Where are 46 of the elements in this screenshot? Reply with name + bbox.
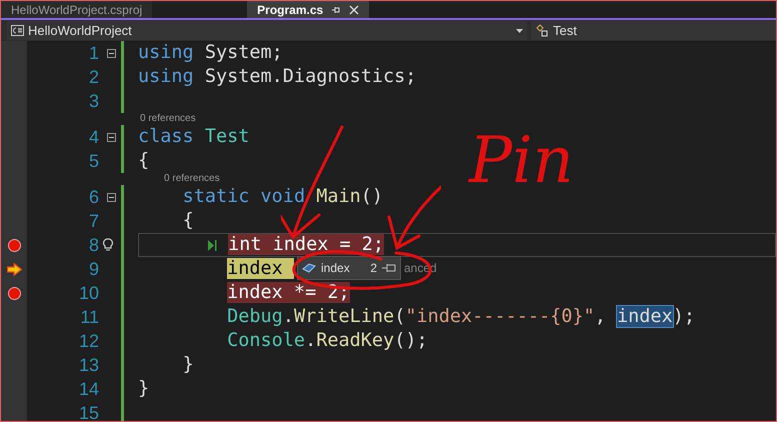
variable-icon <box>302 262 316 274</box>
project-dropdown[interactable]: HelloWorldProject <box>7 21 527 40</box>
pin-icon[interactable] <box>331 4 342 14</box>
code-line: using System.Diagnostics; <box>138 65 416 89</box>
line-number: 13 <box>78 354 99 377</box>
line-number: 15 <box>78 402 99 421</box>
codelens-references[interactable]: 0 references <box>138 173 220 185</box>
collapse-icon[interactable] <box>107 193 116 202</box>
line-number: 6 <box>88 186 99 209</box>
codelens-references[interactable]: 0 references <box>138 113 196 125</box>
member-dropdown[interactable]: Test <box>531 21 776 40</box>
line-number: 1 <box>88 42 99 65</box>
run-to-click-icon[interactable] <box>208 240 218 251</box>
pin-icon[interactable] <box>382 263 396 273</box>
close-icon[interactable] <box>349 4 360 14</box>
line-number: 9 <box>88 258 99 281</box>
csharp-file-icon <box>11 25 24 36</box>
code-line: class Test <box>138 125 250 149</box>
code-line: Console.ReadKey(); <box>226 329 428 353</box>
annotation-text: Pin <box>469 123 574 200</box>
class-icon <box>535 24 549 37</box>
editor-tab[interactable]: HelloWorldProject.csproj <box>1 1 152 18</box>
datatip[interactable]: index 2 <box>297 256 401 280</box>
line-number: 5 <box>88 150 99 173</box>
code-line: index <box>138 257 294 281</box>
line-number: 11 <box>79 306 99 329</box>
line-number: 10 <box>78 282 99 305</box>
code-line: } <box>138 377 150 401</box>
code-line: } <box>182 353 194 377</box>
line-number: 2 <box>88 66 99 89</box>
line-number: 4 <box>88 126 99 149</box>
code-line: { <box>138 149 150 173</box>
code-line: using System; <box>138 41 283 65</box>
dropdown-caret-icon <box>516 28 523 32</box>
line-number: 12 <box>78 330 99 353</box>
editor-tab[interactable]: Program.cs <box>247 1 370 18</box>
collapse-icon[interactable] <box>107 49 116 58</box>
code-line: { <box>182 209 194 233</box>
collapse-icon[interactable] <box>107 133 116 142</box>
lightbulb-icon[interactable] <box>103 238 113 251</box>
code-line: static void Main() <box>182 185 384 209</box>
line-number: 14 <box>78 378 99 401</box>
line-number: 8 <box>88 234 99 257</box>
line-number: 7 <box>88 210 99 233</box>
code-line: Debug.WriteLine("index-------{0}", index); <box>226 305 695 329</box>
line-number: 3 <box>88 90 99 113</box>
